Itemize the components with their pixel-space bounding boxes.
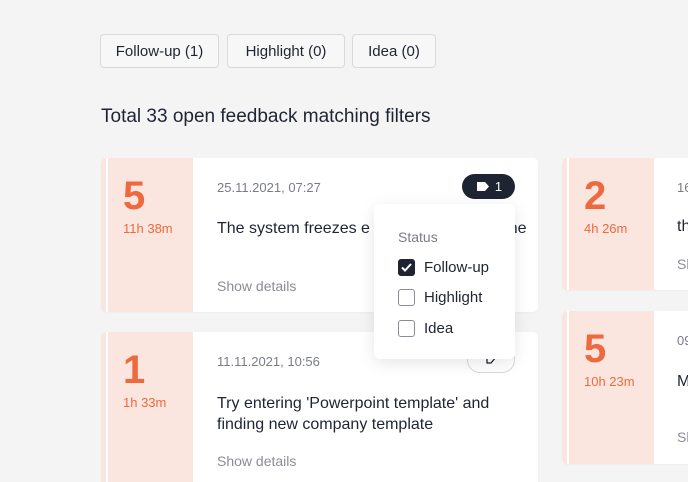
card-text: th <box>677 218 688 235</box>
status-option-idea[interactable]: Idea <box>398 318 453 338</box>
score-time: 1h 33m <box>123 395 167 410</box>
feedback-page: Follow-up (1) Highlight (0) Idea (0) Tot… <box>0 0 688 482</box>
dropdown-title: Status <box>398 229 438 245</box>
status-dropdown: Status Follow-up Highlight Idea <box>374 204 515 359</box>
option-label: Highlight <box>424 288 483 306</box>
show-details-link[interactable]: Sh <box>677 256 688 272</box>
tag-count: 1 <box>494 179 503 194</box>
card-date: 25.11.2021, 07:27 <box>217 180 321 195</box>
show-details-link[interactable]: Sh <box>677 429 688 445</box>
feedback-card[interactable]: 5 10h 23m 09 M fe Sh <box>562 311 688 464</box>
results-summary: Total 33 open feedback matching filters <box>101 106 431 127</box>
option-label: Follow-up <box>424 258 490 276</box>
card-date: 11.11.2021, 10:56 <box>217 354 320 369</box>
status-option-followup[interactable]: Follow-up <box>398 257 489 277</box>
score-panel: 2 4h 26m <box>562 158 654 290</box>
score-panel: 5 10h 23m <box>562 311 654 464</box>
filter-highlight-chip[interactable]: Highlight (0) <box>227 34 345 68</box>
filter-followup-chip[interactable]: Follow-up (1) <box>100 34 219 68</box>
show-details-link[interactable]: Show details <box>217 453 296 469</box>
score-value: 5 <box>584 327 607 371</box>
status-option-highlight[interactable]: Highlight <box>398 287 482 307</box>
score-panel: 1 1h 33m <box>101 332 193 482</box>
score-panel: 5 11h 38m <box>101 158 193 312</box>
card-date: 16 <box>677 180 688 195</box>
score-time: 10h 23m <box>584 374 635 389</box>
show-details-link[interactable]: Show details <box>217 278 296 294</box>
score-value: 5 <box>123 174 146 218</box>
score-time: 11h 38m <box>123 221 173 236</box>
checkbox-followup[interactable] <box>398 258 415 276</box>
tag-button[interactable]: 1 <box>462 174 515 199</box>
checkbox-idea[interactable] <box>398 319 415 337</box>
option-label: Idea <box>424 319 454 337</box>
card-text: M fe <box>677 373 688 390</box>
score-value: 1 <box>123 348 146 392</box>
filter-idea-chip[interactable]: Idea (0) <box>352 34 436 68</box>
score-value: 2 <box>584 174 607 218</box>
feedback-card[interactable]: 2 4h 26m 16 th Sh <box>562 158 688 290</box>
score-time: 4h 26m <box>584 221 628 236</box>
tag-icon <box>475 181 490 192</box>
checkbox-highlight[interactable] <box>398 288 415 306</box>
card-text: Try entering 'Powerpoint template' and f… <box>217 395 490 433</box>
card-date: 09 <box>677 333 688 348</box>
check-icon <box>401 262 412 272</box>
